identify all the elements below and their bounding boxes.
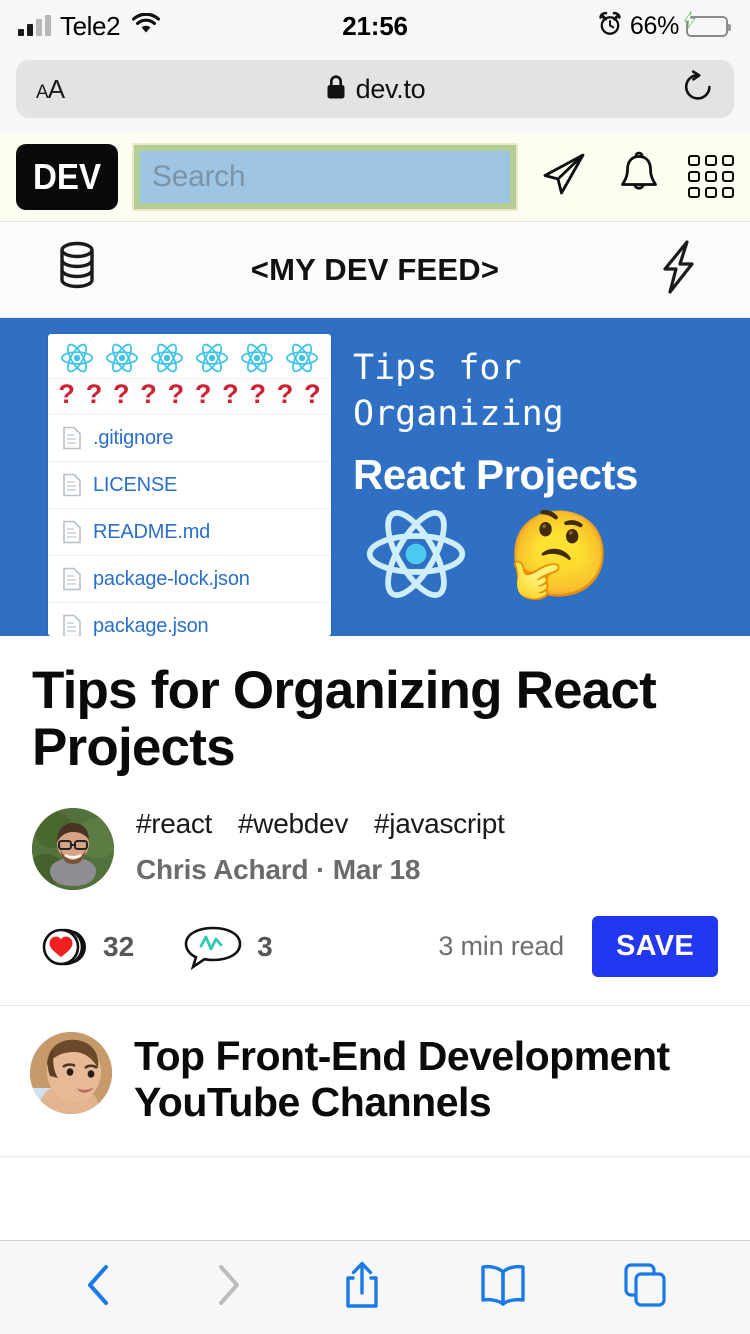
tag-react[interactable]: #react bbox=[136, 808, 212, 840]
search-box[interactable]: Search bbox=[132, 142, 518, 211]
heart-reaction-icon bbox=[42, 928, 86, 966]
save-button[interactable]: SAVE bbox=[591, 916, 718, 978]
article-title[interactable]: Top Front-End Development YouTube Channe… bbox=[134, 1034, 718, 1126]
file-name: README.md bbox=[93, 520, 211, 543]
author-avatar[interactable] bbox=[32, 808, 114, 891]
react-logo-icon bbox=[286, 343, 319, 373]
file-icon bbox=[63, 426, 81, 450]
read-time: 3 min read bbox=[438, 931, 564, 962]
tabs-icon[interactable] bbox=[621, 1260, 669, 1315]
battery-icon bbox=[683, 11, 731, 37]
share-icon[interactable] bbox=[340, 1259, 384, 1316]
ios-status-bar: Tele2 21:56 66% bbox=[0, 0, 750, 52]
article-tags: #react #webdev #javascript bbox=[136, 808, 505, 840]
comments-button[interactable]: 3 bbox=[182, 923, 273, 971]
header-actions bbox=[532, 148, 734, 205]
react-logo-icon bbox=[241, 343, 274, 373]
question-mark: ? bbox=[85, 379, 103, 409]
question-mark: ? bbox=[276, 379, 294, 409]
meta-text: #react #webdev #javascript Chris Achard … bbox=[136, 808, 505, 886]
react-logo-icon bbox=[196, 343, 229, 373]
dev-logo-text: DEV bbox=[32, 155, 102, 197]
question-mark: ? bbox=[249, 379, 266, 409]
file-row: LICENSE bbox=[48, 462, 331, 509]
article-meta: #react #webdev #javascript Chris Achard … bbox=[32, 808, 718, 891]
question-mark: ? bbox=[167, 379, 185, 409]
forward-chevron-icon bbox=[210, 1261, 246, 1314]
search-placeholder: Search bbox=[152, 159, 246, 193]
status-bar-clock: 21:56 bbox=[342, 10, 408, 41]
file-name: package-lock.json bbox=[93, 567, 250, 590]
url-display[interactable]: dev.to bbox=[16, 74, 734, 105]
cover-react-logo-row bbox=[48, 334, 331, 379]
back-chevron-icon[interactable] bbox=[81, 1261, 117, 1314]
dev-logo[interactable]: DEV bbox=[16, 143, 118, 210]
book-icon[interactable] bbox=[478, 1262, 528, 1313]
search-input[interactable]: Search bbox=[140, 150, 510, 203]
comments-count: 3 bbox=[257, 930, 273, 962]
question-mark: ? bbox=[222, 379, 239, 409]
author-name[interactable]: Chris Achard bbox=[136, 854, 309, 885]
file-icon bbox=[63, 567, 81, 591]
url-text: dev.to bbox=[355, 73, 426, 104]
author-avatar[interactable] bbox=[30, 1032, 112, 1115]
cover-headline: React Projects bbox=[353, 451, 638, 498]
article-date: Mar 18 bbox=[332, 854, 421, 886]
file-row: package.json bbox=[48, 603, 331, 636]
feed-title: <MY DEV FEED> bbox=[250, 251, 500, 287]
cover-subtitle-line2: Organizing bbox=[353, 393, 564, 434]
file-icon bbox=[63, 614, 81, 636]
cover-question-mark-row: ? ? ? ? ? ? ? ? ? ? bbox=[48, 379, 331, 415]
reactions-count: 32 bbox=[103, 930, 135, 962]
lock-icon bbox=[325, 74, 347, 105]
cover-emoji-row: 🤔 bbox=[353, 505, 732, 603]
question-mark: ? bbox=[112, 379, 130, 409]
article-byline: Chris Achard · Mar 18 bbox=[136, 854, 505, 886]
article-engagement-row: 32 3 3 min read SAVE bbox=[0, 890, 750, 1005]
question-mark: ? bbox=[304, 379, 321, 409]
file-name: .gitignore bbox=[93, 426, 174, 449]
thinking-face-emoji: 🤔 bbox=[507, 507, 612, 601]
question-mark: ? bbox=[194, 379, 212, 409]
file-icon bbox=[63, 473, 81, 497]
reactions-button[interactable]: 32 bbox=[36, 924, 134, 970]
react-logo-icon bbox=[105, 343, 138, 373]
article-title[interactable]: Tips for Organizing React Projects bbox=[32, 662, 718, 777]
article-card[interactable]: ? ? ? ? ? ? ? ? ? ? .gitignore LICENSE R… bbox=[0, 318, 750, 1007]
feed-header: <MY DEV FEED> bbox=[0, 222, 750, 318]
article-body: Tips for Organizing React Projects #reac… bbox=[0, 636, 750, 891]
article-card[interactable]: Top Front-End Development YouTube Channe… bbox=[0, 1006, 750, 1158]
cover-file-list-card: ? ? ? ? ? ? ? ? ? ? .gitignore LICENSE R… bbox=[48, 334, 331, 636]
safari-bottom-toolbar bbox=[0, 1240, 750, 1334]
react-logo-icon bbox=[366, 510, 466, 598]
file-row: package-lock.json bbox=[48, 556, 331, 603]
comment-bubble-icon bbox=[184, 926, 242, 971]
question-mark: ? bbox=[140, 379, 157, 409]
bell-icon[interactable] bbox=[616, 149, 662, 204]
paper-plane-icon[interactable] bbox=[538, 148, 590, 205]
file-name: package.json bbox=[93, 614, 209, 637]
cover-text-block: Tips for Organizing React Projects 🤔 bbox=[331, 318, 750, 636]
byline-separator: · bbox=[315, 854, 326, 886]
file-row: .gitignore bbox=[48, 415, 331, 462]
cover-subtitle-line1: Tips for bbox=[353, 348, 522, 388]
react-logo-icon bbox=[150, 343, 183, 373]
tag-javascript[interactable]: #javascript bbox=[374, 808, 505, 840]
site-header: DEV Search bbox=[0, 132, 750, 222]
safari-top-bar: AA dev.to bbox=[0, 52, 750, 132]
article-cover-image[interactable]: ? ? ? ? ? ? ? ? ? ? .gitignore LICENSE R… bbox=[0, 318, 750, 636]
tag-webdev[interactable]: #webdev bbox=[238, 808, 348, 840]
file-name: LICENSE bbox=[93, 473, 178, 496]
question-mark: ? bbox=[58, 379, 75, 409]
url-bar[interactable]: AA dev.to bbox=[16, 60, 734, 118]
file-icon bbox=[63, 520, 81, 544]
file-row: README.md bbox=[48, 509, 331, 556]
react-logo-icon bbox=[60, 343, 93, 373]
grid-icon[interactable] bbox=[688, 155, 734, 198]
